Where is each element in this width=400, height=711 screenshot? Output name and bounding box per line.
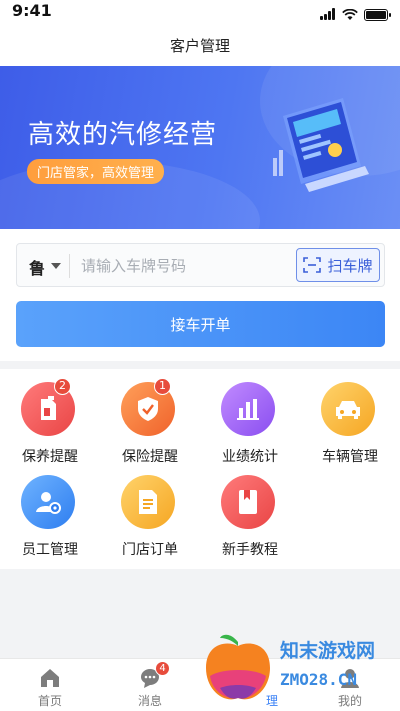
banner-subtitle: 门店管家，高效管理 bbox=[27, 159, 165, 184]
car-icon bbox=[321, 382, 375, 436]
notification-badge: 2 bbox=[54, 378, 71, 395]
plate-input-row: 鲁 扫车牌 bbox=[16, 243, 385, 287]
nav-bar: 客户管理 bbox=[0, 24, 400, 66]
page-title: 客户管理 bbox=[169, 36, 230, 55]
scan-plate-button[interactable]: 扫车牌 bbox=[296, 248, 380, 282]
signal-icon bbox=[320, 5, 336, 24]
banner-title: 高效的汽修经营 bbox=[28, 120, 218, 150]
notification-badge: 1 bbox=[154, 378, 171, 395]
dashboard-illustration-icon bbox=[273, 98, 369, 192]
grid-item-maintenance-reminder[interactable]: 2 保养提醒 bbox=[0, 369, 100, 465]
tab-label: 消息 bbox=[137, 694, 162, 708]
statistics-icon bbox=[221, 382, 275, 436]
plate-number-input[interactable] bbox=[81, 254, 291, 278]
home-icon bbox=[41, 669, 59, 687]
plate-search-card: 鲁 扫车牌 接车开单 bbox=[0, 229, 400, 361]
grid-item-label: 新手教程 bbox=[222, 542, 278, 558]
grid-item-beginner-tutorial[interactable]: 新手教程 bbox=[200, 462, 300, 558]
grid-item-insurance-reminder[interactable]: 1 保险提醒 bbox=[100, 369, 200, 465]
promo-banner[interactable]: 高效的汽修经营 门店管家，高效管理 bbox=[0, 66, 400, 229]
tab-messages[interactable]: 4 消息 bbox=[100, 659, 200, 711]
function-grid: 2 保养提醒 1 保险提醒 业绩统计 车辆管理 员工管理 门店订单 新手教程 bbox=[0, 369, 400, 569]
site-watermark: 知末游戏网 ZMO28.CN bbox=[200, 628, 400, 708]
watermark-url: ZMO28.CN bbox=[280, 670, 358, 689]
caret-down-icon[interactable] bbox=[51, 263, 61, 269]
grid-item-label: 车辆管理 bbox=[322, 449, 378, 465]
scan-plate-label: 扫车牌 bbox=[327, 256, 373, 275]
province-selector[interactable]: 鲁 bbox=[29, 255, 45, 279]
tab-label: 首页 bbox=[37, 694, 62, 708]
message-count-badge: 4 bbox=[155, 661, 170, 676]
employee-icon bbox=[21, 475, 75, 529]
grid-item-employee-management[interactable]: 员工管理 bbox=[0, 462, 100, 558]
grid-item-label: 门店订单 bbox=[122, 542, 178, 558]
check-in-button[interactable]: 接车开单 bbox=[16, 301, 385, 347]
order-icon bbox=[121, 475, 175, 529]
grid-item-vehicle-management[interactable]: 车辆管理 bbox=[300, 369, 400, 465]
divider bbox=[69, 254, 70, 278]
grid-item-performance-stats[interactable]: 业绩统计 bbox=[200, 369, 300, 465]
grid-item-label: 员工管理 bbox=[22, 542, 78, 558]
grid-item-store-orders[interactable]: 门店订单 bbox=[100, 462, 200, 558]
wifi-icon bbox=[342, 8, 358, 20]
status-time: 9:41 bbox=[12, 1, 52, 20]
scan-icon bbox=[303, 257, 322, 273]
status-bar: 9:41 bbox=[0, 0, 400, 24]
battery-icon bbox=[364, 8, 391, 21]
apple-logo-icon bbox=[206, 634, 270, 700]
status-icons bbox=[320, 5, 391, 24]
watermark-text: 知末游戏网 bbox=[280, 640, 376, 662]
tutorial-icon bbox=[221, 475, 275, 529]
tab-home[interactable]: 首页 bbox=[0, 659, 100, 711]
